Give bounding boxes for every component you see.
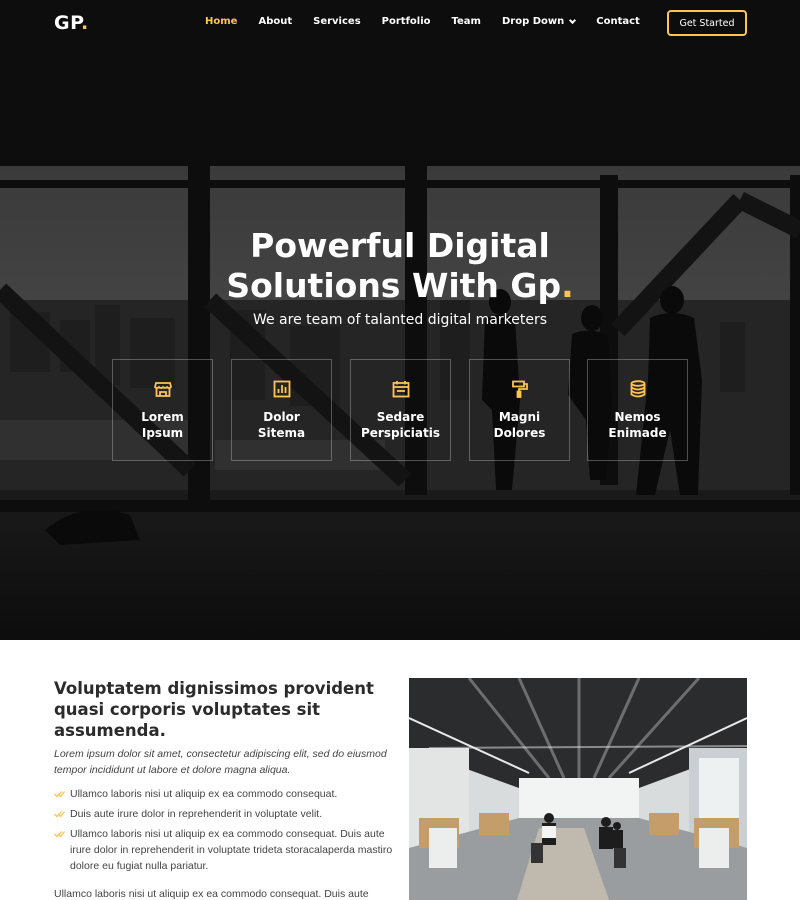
- list-item: Duis aute irure dolor in reprehenderit i…: [54, 806, 394, 822]
- icon-box-magni-dolores[interactable]: Magni Dolores: [469, 359, 570, 461]
- hero-title-line2: Solutions With Gp: [226, 266, 562, 305]
- icon-box-line2: Perspiciatis: [360, 426, 440, 440]
- nav-team[interactable]: Team: [452, 16, 481, 27]
- double-check-icon: [54, 831, 65, 838]
- icon-box-line2: Sitema: [257, 426, 306, 440]
- nav-dropdown-label: Drop Down: [501, 16, 565, 27]
- nav-home[interactable]: Home: [205, 16, 237, 27]
- calendar-icon: [392, 381, 410, 398]
- bar-chart-icon: [273, 380, 291, 398]
- about-intro: Lorem ipsum dolor sit amet, consectetur …: [54, 748, 387, 776]
- icon-box-label: Lorem Ipsum: [113, 409, 212, 441]
- icon-box-line1: Magni: [498, 410, 541, 424]
- nav-portfolio[interactable]: Portfolio: [382, 16, 431, 27]
- get-started-button[interactable]: Get Started: [667, 10, 747, 36]
- hero-title-line1: Powerful Digital: [250, 226, 550, 265]
- icon-box-line1: Dolor: [263, 410, 300, 424]
- icon-box-lorem-ipsum[interactable]: Lorem Ipsum: [112, 359, 213, 461]
- nav-about[interactable]: About: [258, 16, 292, 27]
- icon-box-sedare-perspiciatis[interactable]: Sedare Perspiciatis: [350, 359, 451, 461]
- icon-box-line1: Nemos: [614, 410, 661, 424]
- icon-box-line2: Dolores: [493, 426, 546, 440]
- icon-box-label: Sedare Perspiciatis: [351, 409, 450, 441]
- chevron-down-icon: [569, 16, 577, 24]
- icon-boxes: Lorem Ipsum Dolor Sitema Sedare Perspiciati…: [112, 359, 688, 461]
- about-paragraph: Ullamco laboris nisi ut aliquip ex ea co…: [54, 888, 369, 900]
- database-icon: [630, 380, 646, 398]
- nav-dropdown[interactable]: Drop Down: [501, 16, 577, 27]
- list-item-text: Duis aute irure dolor in reprehenderit i…: [70, 808, 323, 820]
- icon-box-dolor-sitema[interactable]: Dolor Sitema: [231, 359, 332, 461]
- nav-contact[interactable]: Contact: [596, 16, 640, 27]
- logo-text: GP: [54, 12, 82, 34]
- site-header: GP. Home About Services Portfolio Team D…: [0, 0, 800, 46]
- paint-roller-icon: [512, 380, 528, 398]
- icon-box-nemos-enimade[interactable]: Nemos Enimade: [587, 359, 688, 461]
- main-nav: Home About Services Portfolio Team Drop …: [205, 16, 661, 27]
- office-image: [409, 678, 747, 900]
- list-item-text: Ullamco laboris nisi ut aliquip ex ea co…: [70, 828, 393, 872]
- about-title: Voluptatem dignissimos provident quasi c…: [54, 679, 374, 740]
- list-item: Ullamco laboris nisi ut aliquip ex ea co…: [54, 786, 394, 802]
- double-check-icon: [54, 811, 65, 818]
- hero-subtitle: We are team of talanted digital marketer…: [252, 312, 548, 328]
- double-check-icon: [54, 791, 65, 798]
- icon-box-label: Nemos Enimade: [588, 409, 687, 441]
- icon-box-line1: Sedare: [376, 410, 425, 424]
- list-item: Ullamco laboris nisi ut aliquip ex ea co…: [54, 826, 394, 874]
- nav-services[interactable]: Services: [313, 16, 361, 27]
- icon-box-label: Magni Dolores: [470, 409, 569, 441]
- icon-box-label: Dolor Sitema: [232, 409, 331, 441]
- icon-box-line2: Ipsum: [141, 426, 184, 440]
- hero-section: GP. Home About Services Portfolio Team D…: [0, 0, 800, 640]
- store-icon: [154, 382, 172, 397]
- logo-dot: .: [81, 12, 89, 34]
- hero-title-dot: .: [561, 266, 574, 305]
- icon-box-line1: Lorem: [141, 410, 184, 424]
- office-illustration: [409, 678, 747, 900]
- list-item-text: Ullamco laboris nisi ut aliquip ex ea co…: [70, 788, 338, 800]
- about-checklist: Ullamco laboris nisi ut aliquip ex ea co…: [54, 786, 394, 878]
- hero-title: Powerful Digital Solutions With Gp.: [0, 226, 800, 306]
- logo[interactable]: GP.: [54, 12, 89, 34]
- icon-box-line2: Enimade: [608, 426, 667, 440]
